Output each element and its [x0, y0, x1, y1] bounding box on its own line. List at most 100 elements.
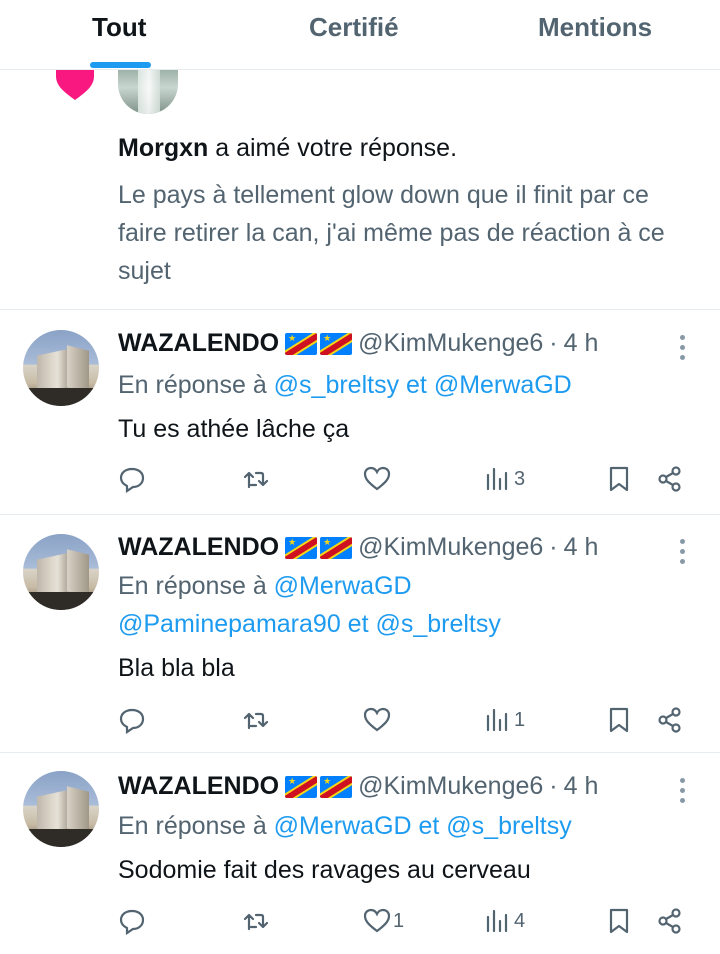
tweet-text: Sodomie fait des ravages au cerveau	[118, 856, 531, 884]
separator-dot: ·	[549, 329, 558, 357]
like-icon	[363, 466, 391, 491]
like-icon	[363, 707, 391, 732]
avatar[interactable]	[23, 330, 99, 406]
reply-context: En réponse à @MerwaGD @Paminepamara90 et…	[118, 567, 678, 643]
reply-icon	[119, 708, 145, 734]
reply-mentions[interactable]: @s_breltsy et @MerwaGD	[274, 371, 572, 399]
bookmark-icon	[609, 466, 629, 492]
views-icon	[486, 467, 508, 491]
views-button[interactable]: 4	[484, 903, 525, 939]
tweet-actions: 1 4	[0, 903, 720, 939]
tweet-header: WAZALENDO ★ ★ @KimMukenge6 · 4 h	[118, 533, 598, 562]
share-icon	[658, 466, 681, 492]
retweet-button[interactable]	[242, 461, 270, 497]
separator-dot: ·	[549, 772, 558, 800]
like-icon	[363, 908, 391, 933]
reply-mentions[interactable]: @MerwaGD et @s_breltsy	[274, 812, 572, 840]
more-icon[interactable]	[672, 776, 692, 806]
separator-dot: ·	[549, 533, 558, 561]
share-button[interactable]	[656, 903, 684, 939]
user-handle[interactable]: @KimMukenge6	[358, 533, 543, 562]
notification-action: a aimé votre réponse.	[215, 134, 458, 162]
retweet-button[interactable]	[242, 903, 270, 939]
notification-user[interactable]: Morgxn	[118, 134, 208, 162]
reply-context: En réponse à @s_breltsy et @MerwaGD	[118, 366, 678, 404]
reply-prefix: En réponse à	[118, 812, 267, 840]
drc-flag-icon: ★	[285, 332, 318, 355]
tab-mentions[interactable]: Mentions	[538, 12, 652, 52]
reply-button[interactable]	[118, 461, 146, 497]
reply-mentions-line2[interactable]: @Paminepamara90 et @s_breltsy	[118, 610, 501, 638]
avatar[interactable]	[23, 771, 99, 847]
like-button[interactable]	[363, 461, 393, 497]
bookmark-icon	[609, 908, 629, 934]
view-count: 4	[514, 909, 526, 932]
display-name[interactable]: WAZALENDO	[118, 533, 279, 562]
retweet-button[interactable]	[242, 702, 270, 738]
display-name[interactable]: WAZALENDO	[118, 772, 279, 801]
timestamp[interactable]: 4 h	[564, 329, 599, 358]
tweet-actions: 3	[0, 461, 720, 497]
drc-flag-icon: ★	[285, 536, 318, 559]
reply-icon	[119, 909, 145, 935]
tweet-text: Bla bla bla	[118, 654, 235, 682]
reply-button[interactable]	[118, 702, 146, 738]
tweet[interactable]: WAZALENDO ★ ★ @KimMukenge6 · 4 h En répo…	[0, 754, 720, 954]
views-button[interactable]: 3	[484, 461, 525, 497]
view-count: 3	[514, 467, 526, 490]
flag-icons: ★ ★	[285, 332, 353, 355]
flag-icons: ★ ★	[285, 775, 353, 798]
tab-verified[interactable]: Certifié	[309, 12, 399, 52]
views-icon	[486, 708, 508, 732]
retweet-icon	[243, 471, 269, 489]
share-button[interactable]	[656, 702, 684, 738]
share-icon	[658, 707, 681, 733]
display-name[interactable]: WAZALENDO	[118, 329, 279, 358]
timestamp[interactable]: 4 h	[564, 772, 599, 801]
tweet-header: WAZALENDO ★ ★ @KimMukenge6 · 4 h	[118, 772, 598, 801]
reply-mentions[interactable]: @MerwaGD	[274, 572, 412, 600]
user-handle[interactable]: @KimMukenge6	[358, 329, 543, 358]
reply-prefix: En réponse à	[118, 572, 267, 600]
more-icon[interactable]	[672, 333, 692, 363]
avatar[interactable]	[23, 534, 99, 610]
reply-button[interactable]	[118, 903, 146, 939]
more-icon[interactable]	[672, 537, 692, 567]
bookmark-button[interactable]	[605, 702, 633, 738]
like-notification[interactable]: Morgxn a aimé votre réponse. Le pays à t…	[0, 70, 720, 310]
drc-flag-icon: ★	[285, 775, 318, 798]
timestamp[interactable]: 4 h	[564, 533, 599, 562]
liked-reply-text: Le pays à tellement glow down que il fin…	[118, 181, 665, 285]
tweet-text: Tu es athée lâche ça	[118, 415, 350, 443]
tab-bar: Tout Certifié Mentions	[0, 0, 720, 70]
tweet[interactable]: WAZALENDO ★ ★ @KimMukenge6 · 4 h En répo…	[0, 516, 720, 753]
avatar[interactable]	[118, 70, 178, 114]
bookmark-icon	[609, 707, 629, 733]
drc-flag-icon: ★	[320, 775, 353, 798]
flag-icons: ★ ★	[285, 536, 353, 559]
drc-flag-icon: ★	[320, 536, 353, 559]
user-handle[interactable]: @KimMukenge6	[358, 772, 543, 801]
view-count: 1	[514, 708, 526, 731]
retweet-icon	[243, 712, 269, 730]
bookmark-button[interactable]	[605, 903, 633, 939]
tab-all[interactable]: Tout	[92, 12, 146, 52]
retweet-icon	[243, 913, 269, 931]
like-button[interactable]: 1	[363, 903, 404, 939]
bookmark-button[interactable]	[605, 461, 633, 497]
reply-prefix: En réponse à	[118, 371, 267, 399]
tweet[interactable]: WAZALENDO ★ ★ @KimMukenge6 · 4 h En répo…	[0, 311, 720, 515]
notification-text: Morgxn a aimé votre réponse.	[118, 134, 457, 163]
active-tab-indicator	[90, 62, 151, 68]
drc-flag-icon: ★	[320, 332, 353, 355]
tweet-header: WAZALENDO ★ ★ @KimMukenge6 · 4 h	[118, 329, 598, 358]
like-count: 1	[393, 909, 405, 932]
views-button[interactable]: 1	[484, 702, 525, 738]
reply-icon	[119, 467, 145, 493]
share-button[interactable]	[656, 461, 684, 497]
like-button[interactable]	[363, 702, 393, 738]
heart-icon	[56, 70, 94, 100]
share-icon	[658, 908, 681, 934]
reply-context: En réponse à @MerwaGD et @s_breltsy	[118, 807, 678, 845]
views-icon	[486, 909, 508, 933]
